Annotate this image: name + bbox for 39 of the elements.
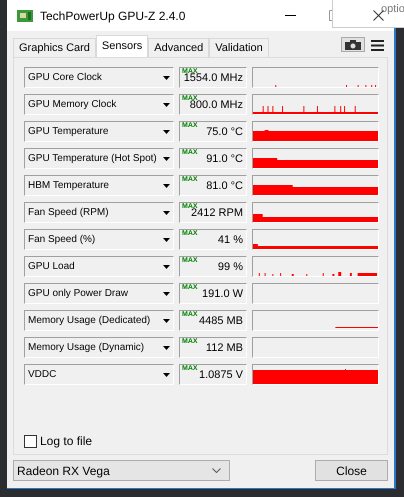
caret-icon (163, 292, 170, 296)
caret-icon (163, 102, 170, 106)
window-title: TechPowerUp GPU-Z 2.4.0 (40, 8, 186, 22)
tab[interactable]: Sensors (96, 35, 148, 57)
sensor-dropdown[interactable]: VDDC (24, 364, 174, 385)
caret-icon (163, 76, 170, 80)
sensor-dropdown[interactable]: HBM Temperature (24, 175, 174, 196)
sensor-dropdown[interactable]: Fan Speed (%) (24, 229, 174, 250)
log-checkbox[interactable] (24, 434, 37, 448)
sensor-dropdown[interactable]: GPU only Power Draw (24, 283, 174, 304)
caret-icon (163, 130, 170, 134)
tab[interactable]: Validation (209, 38, 269, 57)
caret-icon (163, 210, 170, 214)
sensor-dropdown[interactable]: Memory Usage (Dedicated) (24, 310, 174, 331)
sensor-dropdown[interactable]: Memory Usage (Dynamic) (24, 337, 174, 358)
sensor-dropdown[interactable]: Fan Speed (RPM) (24, 202, 174, 223)
device-dropdown[interactable]: Radeon RX Vega (13, 460, 230, 481)
screenshot-button[interactable] (341, 37, 365, 52)
minimize-icon[interactable] (285, 15, 296, 17)
tab[interactable]: Advanced (148, 38, 210, 57)
caret-icon (163, 372, 170, 376)
menu-icon[interactable] (371, 40, 384, 51)
sensor-dropdown[interactable]: GPU Temperature (24, 121, 174, 142)
caret-icon (163, 346, 170, 350)
app-icon (17, 10, 33, 22)
caret-icon (163, 184, 170, 188)
tooltip: optio (332, 0, 404, 28)
sensor-dropdown[interactable]: GPU Temperature (Hot Spot) (24, 148, 174, 169)
caret-icon (163, 318, 170, 322)
caret-icon (212, 468, 221, 473)
close-button[interactable]: Close (315, 460, 388, 481)
caret-icon (163, 264, 170, 268)
caret-icon (163, 238, 170, 242)
sensor-dropdown[interactable]: GPU Load (24, 256, 174, 277)
checkbox-label: Log to file (40, 434, 92, 448)
sensor-dropdown[interactable]: GPU Memory Clock (24, 94, 174, 115)
tab[interactable]: Graphics Card (13, 38, 96, 57)
caret-icon (163, 156, 170, 160)
sensor-dropdown[interactable]: GPU Core Clock (24, 67, 174, 88)
